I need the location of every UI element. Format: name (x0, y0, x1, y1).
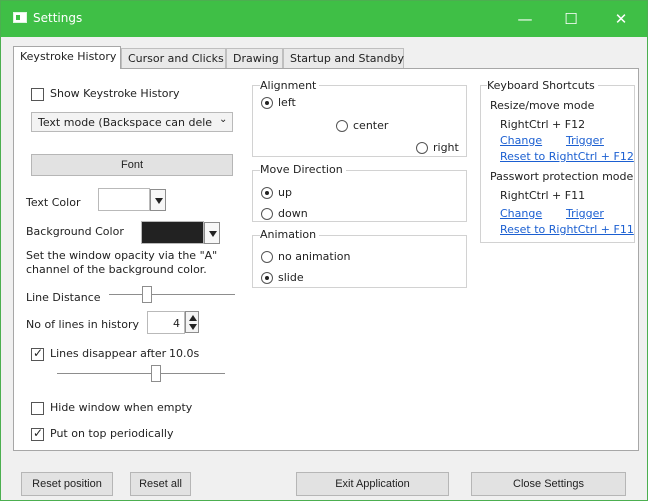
tab-drawing[interactable]: Drawing (226, 48, 283, 69)
lines-disappear-slider-thumb[interactable] (151, 365, 161, 382)
settings-app-icon (13, 12, 27, 23)
background-color-label: Background Color (26, 225, 124, 238)
reset-position-button[interactable]: Reset position (21, 472, 113, 496)
resize-trigger-link[interactable]: Trigger (566, 134, 604, 147)
minimize-button[interactable]: — (505, 7, 545, 31)
window-title: Settings (33, 11, 83, 25)
show-keystroke-history-label: Show Keystroke History (50, 87, 180, 100)
hide-window-label: Hide window when empty (50, 401, 193, 414)
align-right-radio[interactable] (416, 142, 428, 154)
resize-reset-link[interactable]: Reset to RightCtrl + F12 (500, 150, 634, 163)
reset-all-button[interactable]: Reset all (130, 472, 191, 496)
show-keystroke-history-checkbox[interactable] (31, 88, 44, 101)
align-right-label: right (433, 141, 459, 154)
resize-move-mode-title: Resize/move mode (490, 99, 595, 112)
title-bar: Settings — ☐ ✕ (1, 1, 647, 37)
exit-application-button[interactable]: Exit Application (296, 472, 449, 496)
text-color-dropdown-button[interactable] (150, 189, 166, 211)
tab-keystroke-history[interactable]: Keystroke History (13, 46, 121, 69)
display-mode-select[interactable]: Text mode (Backspace can dele ⌄ (31, 112, 233, 132)
align-left-radio[interactable] (261, 97, 273, 109)
move-down-radio[interactable] (261, 208, 273, 220)
animation-title: Animation (260, 228, 320, 241)
password-shortcut-value: RightCtrl + F11 (500, 189, 586, 202)
text-color-label: Text Color (26, 196, 81, 209)
move-up-label: up (278, 186, 292, 199)
password-reset-link[interactable]: Reset to RightCtrl + F11 (500, 223, 634, 236)
settings-window: Settings — ☐ ✕ Keystroke History Cursor … (0, 0, 648, 501)
no-animation-label: no animation (278, 250, 351, 263)
put-on-top-checkbox[interactable] (31, 426, 44, 441)
move-down-label: down (278, 207, 308, 220)
tab-cursor-and-clicks[interactable]: Cursor and Clicks (121, 48, 226, 69)
no-animation-radio[interactable] (261, 251, 273, 263)
maximize-button[interactable]: ☐ (551, 7, 591, 31)
opacity-help-text: Set the window opacity via the "A" chann… (26, 249, 218, 276)
password-trigger-link[interactable]: Trigger (566, 207, 604, 220)
put-on-top-label: Put on top periodically (50, 427, 174, 440)
password-change-link[interactable]: Change (500, 207, 542, 220)
lines-disappear-label: Lines disappear after (50, 347, 167, 360)
lines-history-value: 4 (173, 317, 180, 330)
font-button[interactable]: Font (31, 154, 233, 176)
text-color-swatch[interactable] (98, 188, 150, 211)
tab-startup-and-standby[interactable]: Startup and Standby (283, 48, 404, 69)
background-color-swatch[interactable] (141, 221, 204, 244)
line-distance-slider-thumb[interactable] (142, 286, 152, 303)
move-up-radio[interactable] (261, 187, 273, 199)
alignment-title: Alignment (260, 79, 320, 92)
close-button[interactable]: ✕ (601, 7, 641, 31)
line-distance-label: Line Distance (26, 291, 101, 304)
slide-radio[interactable] (261, 272, 273, 284)
resize-move-shortcut-value: RightCtrl + F12 (500, 118, 586, 131)
lines-history-label: No of lines in history (26, 318, 139, 331)
lines-disappear-slider-track[interactable] (57, 373, 225, 374)
close-settings-button[interactable]: Close Settings (471, 472, 626, 496)
hide-window-checkbox[interactable] (31, 402, 44, 415)
slide-label: slide (278, 271, 304, 284)
password-protection-mode-title: Passwort protection mode (490, 170, 634, 183)
lines-history-stepper[interactable] (185, 311, 199, 333)
align-left-label: left (278, 96, 296, 109)
keystroke-history-panel: Show Keystroke History Text mode (Backsp… (13, 68, 639, 451)
keyboard-shortcuts-title: Keyboard Shortcuts (487, 79, 598, 92)
align-center-label: center (353, 119, 389, 132)
background-color-dropdown-button[interactable] (204, 222, 220, 244)
chevron-down-icon: ⌄ (219, 114, 228, 125)
lines-disappear-checkbox[interactable] (31, 346, 44, 361)
move-direction-title: Move Direction (260, 163, 346, 176)
align-center-radio[interactable] (336, 120, 348, 132)
display-mode-value: Text mode (Backspace can dele (38, 116, 213, 129)
line-distance-slider-track[interactable] (109, 294, 235, 295)
lines-history-input[interactable]: 4 (147, 311, 185, 334)
lines-disappear-value: 10.0s (169, 347, 200, 360)
resize-change-link[interactable]: Change (500, 134, 542, 147)
